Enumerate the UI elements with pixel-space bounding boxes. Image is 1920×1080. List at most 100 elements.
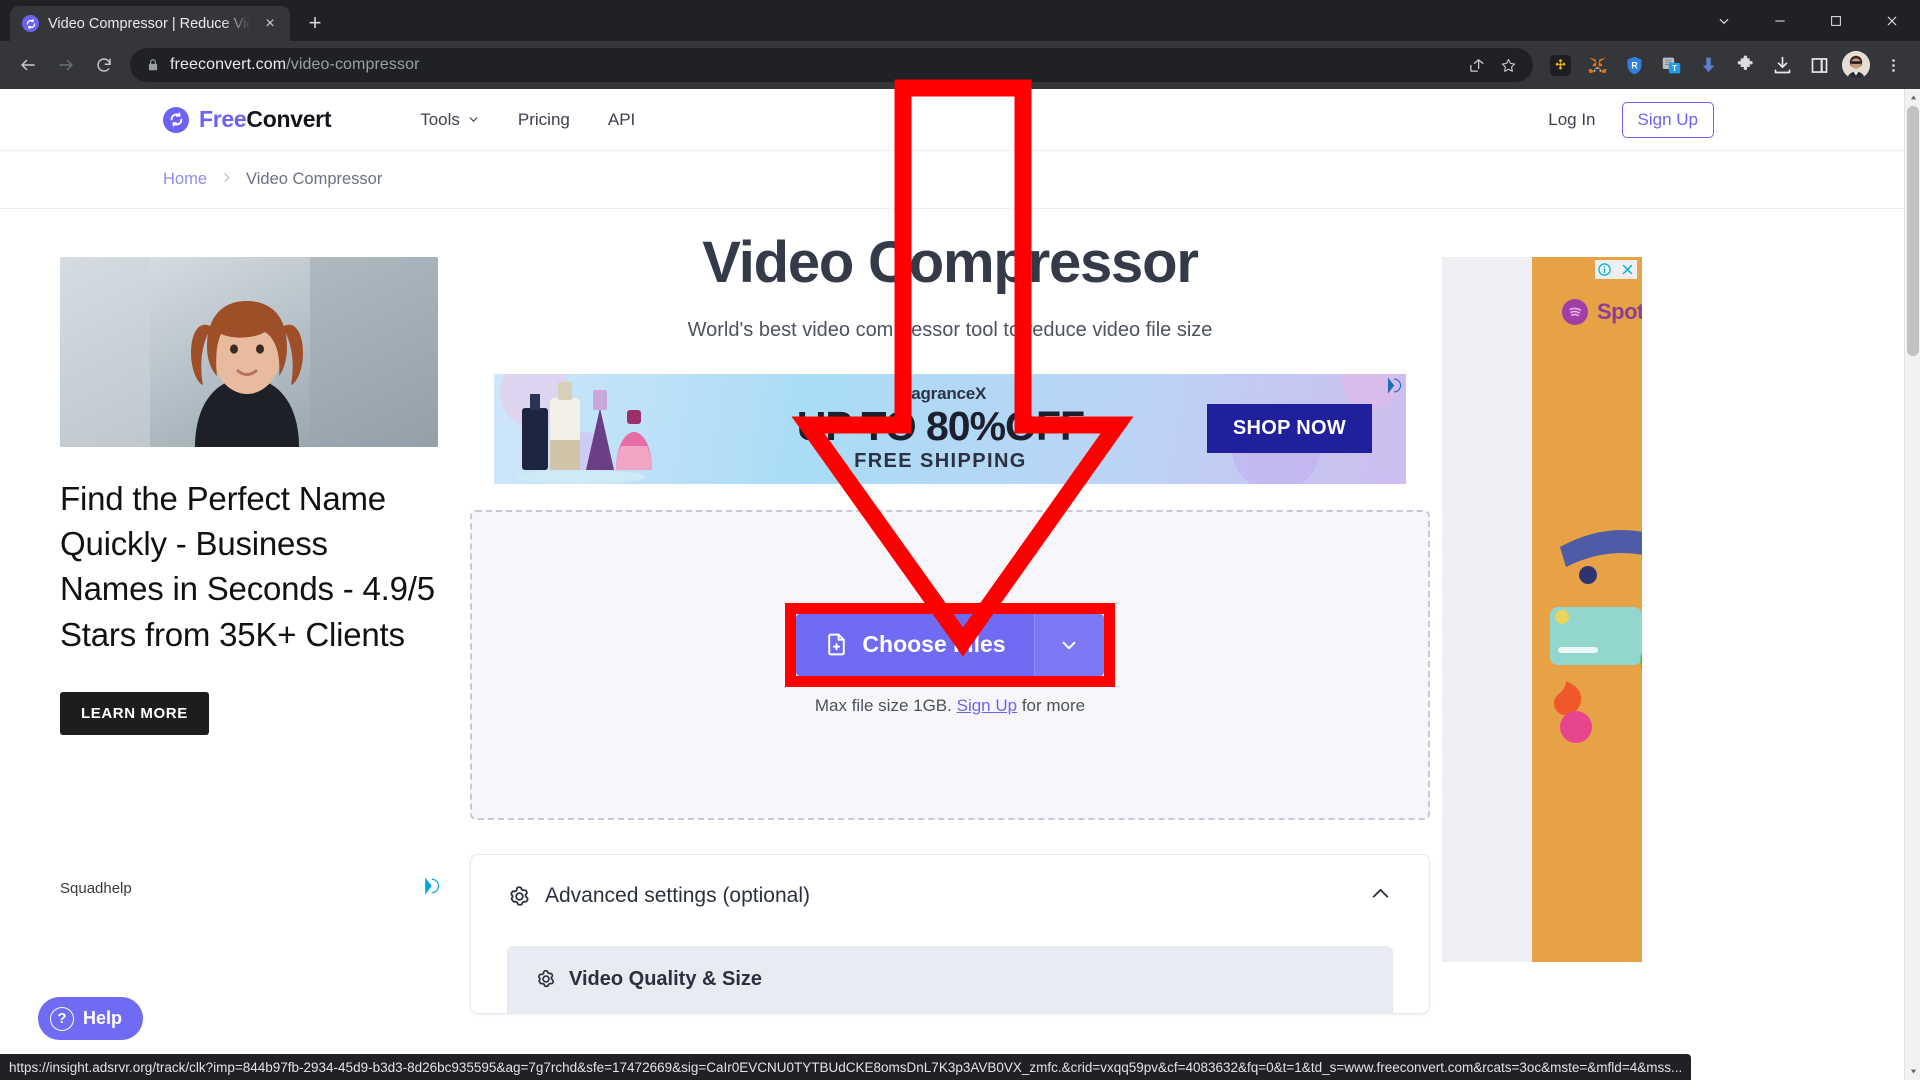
max-file-prefix: Max file size 1GB. xyxy=(814,695,952,715)
adchoices-icon[interactable] xyxy=(1385,377,1402,399)
banner-ad[interactable]: FragranceX UP TO 80%OFF FREE SHIPPING SH… xyxy=(494,373,1406,484)
back-arrow-icon[interactable] xyxy=(10,47,46,83)
downloads-button-icon[interactable] xyxy=(1765,48,1799,82)
left-ad-footer: Squadhelp xyxy=(60,877,440,900)
shop-now-button[interactable]: SHOP NOW xyxy=(1206,404,1372,454)
chevron-up-icon[interactable] xyxy=(1368,881,1393,912)
page-viewport: FreeConvert Tools Pricing API Log In Sig… xyxy=(0,89,1920,1080)
address-bar[interactable]: freeconvert.com/video-compressor xyxy=(130,48,1533,82)
browser-window: Video Compressor | Reduce Vide × + freec… xyxy=(0,0,1920,1080)
browser-tab[interactable]: Video Compressor | Reduce Vide × xyxy=(10,6,290,41)
breadcrumb-current: Video Compressor xyxy=(246,170,383,188)
spotify-ad-brand: Spotify xyxy=(1562,299,1642,325)
text-tool-extension-icon[interactable]: T xyxy=(1654,48,1688,82)
login-link[interactable]: Log In xyxy=(1548,110,1595,130)
left-ad-advertiser: Squadhelp xyxy=(60,879,132,897)
gear-icon xyxy=(537,970,555,988)
learn-more-button[interactable]: LEARN MORE xyxy=(60,691,209,735)
tab-title: Video Compressor | Reduce Vide xyxy=(48,15,251,32)
logo-convert: Convert xyxy=(246,106,332,132)
binance-extension-icon[interactable] xyxy=(1543,48,1577,82)
left-ad-rail: Find the Perfect Name Quickly - Business… xyxy=(0,209,470,1014)
right-ad-rail: Spotify xyxy=(1430,209,1904,1014)
svg-text:R: R xyxy=(1631,60,1638,70)
advanced-settings-header[interactable]: Advanced settings (optional) xyxy=(507,881,1393,912)
chevron-down-icon xyxy=(469,117,478,122)
lock-icon xyxy=(146,58,160,72)
file-dropzone[interactable]: Choose Files Max file size 1GB. Sign Up … xyxy=(470,509,1430,820)
file-plus-icon xyxy=(828,633,846,656)
maximize-icon[interactable] xyxy=(1808,0,1864,41)
page-subtitle: World's best video compressor tool to re… xyxy=(687,318,1213,341)
banner-ad-copy: FragranceX UP TO 80%OFF FREE SHIPPING xyxy=(674,384,1207,473)
download-arrow-extension-icon[interactable] xyxy=(1691,48,1725,82)
close-icon[interactable]: × xyxy=(260,14,280,34)
choose-files-button[interactable]: Choose Files xyxy=(796,613,1034,676)
spotify-ad-brand-text: Spotify xyxy=(1597,299,1642,324)
ad-info-icon[interactable] xyxy=(1595,260,1614,279)
status-bar-url: https://insight.adsrvr.org/track/clk?imp… xyxy=(0,1054,1692,1080)
spotify-ad[interactable]: Spotify xyxy=(1442,257,1642,962)
chevron-right-icon xyxy=(220,171,233,188)
avatar[interactable] xyxy=(1839,48,1873,82)
scrollbar-thumb[interactable] xyxy=(1907,106,1919,356)
breadcrumb: Home Video Compressor xyxy=(0,151,1904,209)
forward-arrow-icon[interactable] xyxy=(48,47,84,83)
nav-item-tools[interactable]: Tools xyxy=(420,110,480,130)
spotify-ad-controls xyxy=(1595,260,1637,279)
advanced-settings-label: Advanced settings (optional) xyxy=(545,884,810,908)
choose-files-label: Choose Files xyxy=(862,631,1006,658)
reload-icon[interactable] xyxy=(86,47,122,83)
chevron-down-icon[interactable] xyxy=(1696,0,1752,41)
site-header: FreeConvert Tools Pricing API Log In Sig… xyxy=(0,89,1904,151)
share-icon[interactable] xyxy=(1461,50,1491,80)
new-tab-button[interactable]: + xyxy=(298,6,332,40)
svg-text:T: T xyxy=(1672,64,1677,73)
video-quality-section[interactable]: Video Quality & Size xyxy=(507,945,1393,1013)
left-ad-image[interactable] xyxy=(60,257,438,447)
nav-item-pricing[interactable]: Pricing xyxy=(518,110,570,130)
breadcrumb-home[interactable]: Home xyxy=(163,170,207,189)
scroll-up-arrow-icon[interactable] xyxy=(1905,89,1920,106)
metamask-extension-icon[interactable] xyxy=(1580,48,1614,82)
adchoices-icon[interactable] xyxy=(422,877,440,900)
freeconvert-favicon-icon xyxy=(22,15,39,32)
scroll-down-arrow-icon[interactable] xyxy=(1905,1063,1920,1080)
signup-button[interactable]: Sign Up xyxy=(1621,101,1714,138)
help-button[interactable]: ? Help xyxy=(38,997,144,1040)
freeconvert-logo-icon xyxy=(163,106,189,133)
minimize-icon[interactable] xyxy=(1752,0,1808,41)
spotify-logo-icon xyxy=(1562,299,1588,325)
address-bar-url: freeconvert.com/video-compressor xyxy=(170,56,420,74)
chrome-menu-icon[interactable] xyxy=(1876,48,1910,82)
page-scrollbar[interactable] xyxy=(1904,89,1920,1080)
side-panel-icon[interactable] xyxy=(1802,48,1836,82)
signup-link[interactable]: Sign Up xyxy=(957,696,1017,715)
banner-ad-brand: FragranceX xyxy=(894,384,987,404)
site-logo[interactable]: FreeConvert xyxy=(163,106,332,133)
video-quality-label: Video Quality & Size xyxy=(569,967,763,990)
gear-icon xyxy=(510,886,529,906)
star-icon[interactable] xyxy=(1493,50,1523,80)
extensions-strip: R T xyxy=(1543,48,1910,82)
choose-files-dropdown-button[interactable] xyxy=(1033,613,1104,676)
question-mark-icon: ? xyxy=(50,1006,74,1031)
max-file-suffix: for more xyxy=(1021,695,1086,715)
advanced-settings-card: Advanced settings (optional) Video Quali… xyxy=(470,853,1430,1014)
puzzle-extensions-icon[interactable] xyxy=(1728,48,1762,82)
rabby-wallet-extension-icon[interactable]: R xyxy=(1617,48,1651,82)
window-controls xyxy=(1696,0,1920,41)
close-icon[interactable] xyxy=(1864,0,1920,41)
banner-ad-headline: UP TO 80%OFF xyxy=(796,403,1085,450)
nav-item-api[interactable]: API xyxy=(608,110,635,130)
site-logo-text: FreeConvert xyxy=(199,106,332,133)
browser-toolbar: freeconvert.com/video-compressor R T xyxy=(0,41,1920,89)
help-label: Help xyxy=(83,1008,123,1028)
logo-free: Free xyxy=(199,106,247,132)
url-path: /video-compressor xyxy=(286,56,420,73)
tab-strip: Video Compressor | Reduce Vide × + xyxy=(0,0,1920,41)
omnibox-actions xyxy=(1461,50,1525,80)
ad-close-icon[interactable] xyxy=(1618,260,1637,279)
header-actions: Log In Sign Up xyxy=(1548,101,1904,138)
page-content: Find the Perfect Name Quickly - Business… xyxy=(0,209,1904,1014)
